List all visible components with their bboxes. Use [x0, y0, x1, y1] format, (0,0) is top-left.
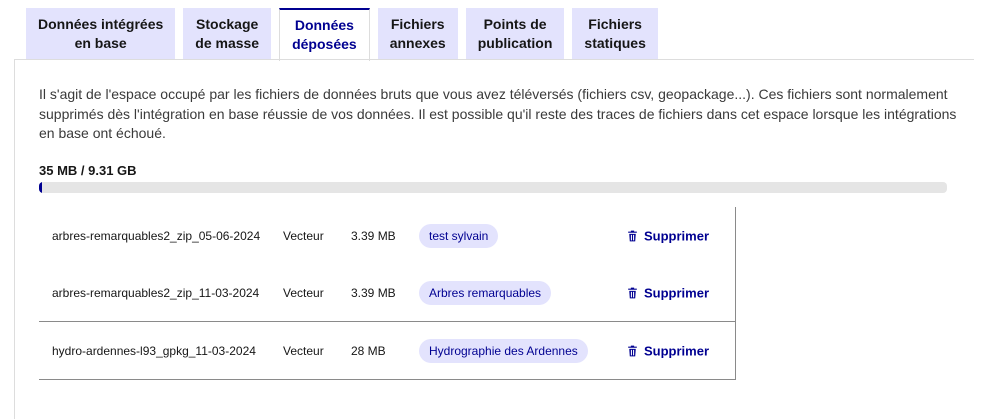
tab-label-line2: annexes	[389, 35, 446, 51]
tab-label-line1: Points de	[483, 16, 547, 32]
trash-icon	[628, 230, 637, 241]
file-type: Vecteur	[283, 343, 324, 358]
storage-description: Il s'agit de l'espace occupé par les fic…	[39, 86, 957, 141]
trash-icon	[628, 287, 637, 298]
file-name: hydro-ardennes-l93_gpkg_11-03-2024	[52, 343, 256, 358]
file-type: Vecteur	[283, 228, 324, 243]
file-tag: Arbres remarquables	[419, 280, 552, 305]
table-row: hydro-ardennes-l93_gpkg_11-03-2024 Vecte…	[39, 321, 735, 379]
tab-list: Données intégrées en base Stockage de ma…	[26, 8, 658, 61]
tab-fichiers-annexes[interactable]: Fichiers annexes	[377, 8, 458, 59]
tab-stockage-de-masse[interactable]: Stockage de masse	[183, 8, 272, 59]
delete-button[interactable]: Supprimer	[626, 285, 709, 300]
tab-label-line1: Fichiers	[588, 16, 642, 32]
delete-label: Supprimer	[644, 343, 710, 358]
tab-donnees-integrees[interactable]: Données intégrées en base	[26, 8, 176, 59]
tab-label-line1: Fichiers	[390, 16, 445, 32]
trash-icon	[628, 345, 637, 356]
file-type: Vecteur	[283, 285, 324, 300]
tab-fichiers-statiques[interactable]: Fichiers statiques	[572, 8, 658, 59]
tab-label-line1: Stockage	[196, 16, 259, 32]
tab-label-line1: Données	[294, 17, 354, 33]
usage-progress-bar	[39, 182, 947, 193]
usage-progress-fill	[39, 182, 43, 193]
file-size: 3.39 MB	[351, 228, 396, 243]
tab-label-line2: déposées	[292, 36, 357, 52]
tab-label-line1: Données intégrées	[38, 16, 164, 32]
file-tag: Hydrographie des Ardennes	[419, 338, 588, 363]
delete-label: Supprimer	[644, 228, 710, 243]
delete-button[interactable]: Supprimer	[626, 228, 709, 243]
file-tag: test sylvain	[419, 223, 499, 248]
tab-label-line2: en base	[74, 35, 127, 51]
usage-label: 35 MB / 9.31 GB	[39, 163, 137, 178]
delete-button[interactable]: Supprimer	[626, 343, 709, 358]
files-table: arbres-remarquables2_zip_05-06-2024 Vect…	[39, 207, 736, 380]
tab-points-de-publication[interactable]: Points de publication	[465, 8, 565, 59]
tab-label-line2: de masse	[195, 35, 260, 51]
tab-donnees-deposees[interactable]: Données déposées	[279, 8, 370, 61]
tab-label-line2: statiques	[584, 35, 646, 51]
file-name: arbres-remarquables2_zip_11-03-2024	[52, 285, 260, 300]
file-name: arbres-remarquables2_zip_05-06-2024	[52, 228, 261, 243]
file-size: 28 MB	[351, 343, 386, 358]
file-size: 3.39 MB	[351, 285, 396, 300]
table-row: arbres-remarquables2_zip_11-03-2024 Vect…	[39, 264, 735, 321]
table-row: arbres-remarquables2_zip_05-06-2024 Vect…	[39, 207, 735, 264]
tab-label-line2: publication	[477, 35, 553, 51]
delete-label: Supprimer	[644, 285, 710, 300]
